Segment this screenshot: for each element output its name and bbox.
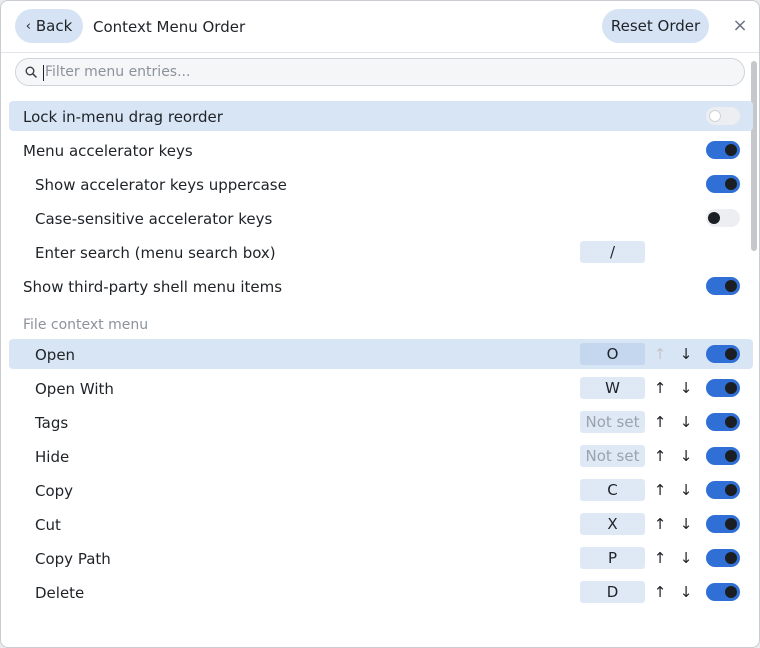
menu-item-toggle[interactable] [706,345,740,363]
move-up-icon[interactable]: ↑ [652,480,668,500]
lock-drag-reorder-toggle[interactable] [706,107,740,125]
toggle-knob [725,178,737,190]
move-up-icon[interactable]: ↑ [652,412,668,432]
move-down-icon[interactable]: ↓ [678,480,694,500]
setting-lock-drag-reorder[interactable]: Lock in-menu drag reorder [9,101,753,131]
move-down-icon[interactable]: ↓ [678,412,694,432]
menu-accelerator-keys-toggle[interactable] [706,141,740,159]
toggle-knob [725,450,737,462]
accelerator-key[interactable]: O [580,343,645,365]
section-header-file-context-menu: File context menu [23,317,149,333]
move-down-icon[interactable]: ↓ [678,378,694,398]
chevron-left-icon: ‹ [25,18,31,34]
accelerator-key[interactable]: W [580,377,645,399]
reset-order-button[interactable]: Reset Order [602,9,709,43]
search-shortcut-key[interactable]: / [580,241,645,263]
context-menu-order-window: ‹ Back Context Menu Order Reset Order × … [0,0,760,648]
setting-label: Lock in-menu drag reorder [23,108,223,126]
setting-label: Show accelerator keys uppercase [35,176,287,194]
menu-item-label: Delete [35,584,85,602]
menu-item-copy-path[interactable]: Copy Path P ↑ ↓ [9,543,753,573]
setting-label: Show third-party shell menu items [23,278,283,296]
move-up-icon[interactable]: ↑ [652,378,668,398]
menu-item-toggle[interactable] [706,379,740,397]
move-down-icon[interactable]: ↓ [678,514,694,534]
menu-item-label: Open With [35,380,114,398]
setting-label: Menu accelerator keys [23,142,193,160]
menu-item-open[interactable]: Open O ↑ ↓ [9,339,753,369]
move-up-icon: ↑ [653,345,667,363]
menu-item-tags[interactable]: Tags Not set ↑ ↓ [9,407,753,437]
accelerator-key[interactable]: Not set [580,445,645,467]
accelerator-key[interactable]: X [580,513,645,535]
menu-item-label: Copy Path [35,550,111,568]
menu-item-label: Hide [35,448,70,466]
menu-item-copy[interactable]: Copy C ↑ ↓ [9,475,753,505]
setting-third-party-shell-items[interactable]: Show third-party shell menu items [9,271,753,301]
accelerator-key[interactable]: P [580,547,645,569]
move-down-icon[interactable]: ↓ [678,344,694,364]
move-down-icon[interactable]: ↓ [678,548,694,568]
back-button[interactable]: ‹ Back [15,9,83,43]
setting-label: Case-sensitive accelerator keys [35,210,273,228]
toggle-knob [725,280,737,292]
menu-item-label: Cut [35,516,61,534]
setting-label: Enter search (menu search box) [35,244,276,262]
accelerator-key[interactable]: Not set [580,411,645,433]
toggle-knob [725,382,737,394]
menu-item-label: Tags [35,414,69,432]
search-box[interactable] [15,58,745,86]
menu-item-toggle[interactable] [706,447,740,465]
toggle-knob [725,518,737,530]
menu-item-cut[interactable]: Cut X ↑ ↓ [9,509,753,539]
toggle-knob [708,212,720,224]
move-up-icon[interactable]: ↑ [652,582,668,602]
menu-item-hide[interactable]: Hide Not set ↑ ↓ [9,441,753,471]
setting-accelerator-uppercase[interactable]: Show accelerator keys uppercase [9,169,753,199]
setting-case-sensitive-accelerator[interactable]: Case-sensitive accelerator keys [9,203,753,233]
setting-enter-search[interactable]: Enter search (menu search box) / [9,237,753,267]
header-bar: ‹ Back Context Menu Order Reset Order × [1,1,759,53]
back-button-label: Back [35,17,73,35]
close-icon[interactable]: × [730,16,750,36]
menu-item-label: Copy [35,482,74,500]
case-sensitive-accelerator-toggle[interactable] [706,209,740,227]
accelerator-uppercase-toggle[interactable] [706,175,740,193]
menu-item-toggle[interactable] [706,549,740,567]
accelerator-key[interactable]: D [580,581,645,603]
move-down-icon[interactable]: ↓ [678,446,694,466]
toggle-knob [725,552,737,564]
menu-item-open-with[interactable]: Open With W ↑ ↓ [9,373,753,403]
search-icon [25,66,37,78]
page-title: Context Menu Order [93,18,246,36]
toggle-knob [725,144,737,156]
setting-menu-accelerator-keys[interactable]: Menu accelerator keys [9,135,753,165]
move-up-icon[interactable]: ↑ [652,514,668,534]
search-input[interactable] [44,61,735,83]
menu-item-toggle[interactable] [706,583,740,601]
toggle-knob [725,484,737,496]
toggle-knob [725,416,737,428]
move-up-icon[interactable]: ↑ [652,446,668,466]
move-up-icon[interactable]: ↑ [652,548,668,568]
menu-item-toggle[interactable] [706,413,740,431]
third-party-shell-items-toggle[interactable] [706,277,740,295]
move-down-icon[interactable]: ↓ [678,582,694,602]
menu-item-delete[interactable]: Delete D ↑ ↓ [9,577,753,607]
menu-item-toggle[interactable] [706,481,740,499]
toggle-knob [709,110,721,122]
toggle-knob [725,348,737,360]
menu-item-toggle[interactable] [706,515,740,533]
toggle-knob [725,586,737,598]
menu-item-label: Open [35,346,76,364]
accelerator-key[interactable]: C [580,479,645,501]
